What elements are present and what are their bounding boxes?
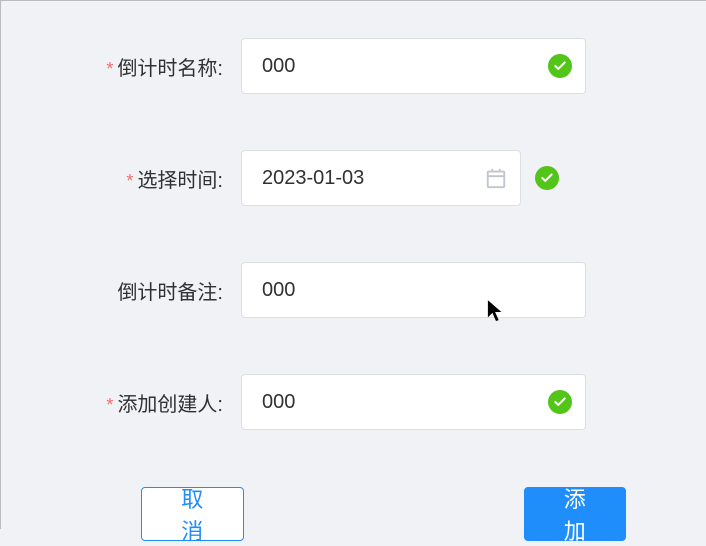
label-countdown-note: 倒计时备注: — [61, 276, 241, 305]
label-add-creator-text: 添加创建人: — [117, 394, 223, 416]
input-wrap-countdown-note — [241, 262, 586, 318]
label-countdown-name-text: 倒计时名称: — [117, 58, 223, 80]
label-countdown-note-text: 倒计时备注: — [117, 282, 223, 304]
form-container: *倒计时名称: *选择时间: — [0, 0, 706, 529]
input-wrap-add-creator — [241, 374, 586, 430]
input-wrap-countdown-name — [241, 38, 586, 94]
row-add-creator: *添加创建人: — [61, 375, 626, 429]
label-add-creator: *添加创建人: — [61, 388, 241, 417]
check-circle-icon — [535, 166, 559, 190]
row-countdown-name: *倒计时名称: — [61, 39, 626, 93]
required-mark-icon: * — [126, 171, 133, 191]
calendar-icon[interactable] — [485, 167, 507, 189]
input-wrap-select-time — [241, 150, 521, 206]
required-mark-icon: * — [106, 59, 113, 79]
select-time-input[interactable] — [241, 150, 521, 206]
required-mark-icon: * — [106, 395, 113, 415]
add-button[interactable]: 添加 — [524, 487, 627, 541]
row-select-time: *选择时间: — [61, 151, 626, 205]
label-select-time: *选择时间: — [61, 164, 241, 193]
countdown-note-input[interactable] — [241, 262, 586, 318]
add-creator-input[interactable] — [241, 374, 586, 430]
button-row: 取消 添加 — [61, 487, 626, 541]
label-countdown-name: *倒计时名称: — [61, 52, 241, 81]
cancel-button[interactable]: 取消 — [141, 487, 244, 541]
countdown-name-input[interactable] — [241, 38, 586, 94]
row-countdown-note: 倒计时备注: — [61, 263, 626, 317]
check-circle-icon — [548, 390, 572, 414]
check-circle-icon — [548, 54, 572, 78]
label-select-time-text: 选择时间: — [137, 170, 223, 192]
